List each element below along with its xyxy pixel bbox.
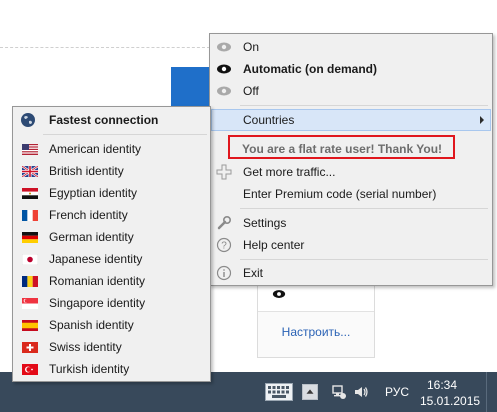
menu-item-get-more-traffic[interactable]: Get more traffic... — [211, 161, 491, 183]
menu-item-label: French identity — [49, 208, 128, 222]
menu-item-label: Fastest connection — [49, 113, 159, 127]
menu-item-label: Enter Premium code (serial number) — [243, 187, 437, 201]
ch-flag-icon — [22, 342, 38, 353]
menu-item-label: German identity — [49, 230, 134, 244]
wrench-icon — [217, 215, 232, 230]
menu-item-help-center[interactable]: ? Help center — [211, 234, 491, 256]
country-item-japanese[interactable]: Japanese identity — [14, 248, 210, 270]
country-item-egyptian[interactable]: Egyptian identity — [14, 182, 210, 204]
eye-black-icon — [217, 64, 231, 74]
tray-context-menu: On Automatic (on demand) Off Countries Y… — [209, 33, 493, 286]
menu-item-countries[interactable]: Countries — [211, 109, 491, 131]
country-item-turkish[interactable]: Turkish identity — [14, 358, 210, 380]
menu-item-label: Turkish identity — [49, 362, 130, 376]
show-desktop-button[interactable] — [486, 372, 497, 412]
svg-text:?: ? — [221, 241, 227, 252]
clock-date: 15.01.2015 — [420, 394, 481, 408]
menu-item-label: Romanian identity — [49, 274, 146, 288]
submenu-arrow-icon — [480, 116, 484, 124]
menu-item-on[interactable]: On — [211, 36, 491, 58]
chevron-up-icon — [306, 389, 314, 394]
menu-item-label: Settings — [243, 216, 287, 230]
country-item-german[interactable]: German identity — [14, 226, 210, 248]
menu-item-exit[interactable]: Exit — [211, 262, 491, 284]
eye-icon — [272, 290, 286, 298]
keyboard-icon[interactable] — [265, 383, 293, 401]
menu-item-label: Egyptian identity — [49, 186, 138, 200]
eg-flag-icon — [22, 188, 38, 199]
clock[interactable]: 16:34 15.01.2015 — [420, 377, 481, 409]
menu-item-label: American identity — [49, 142, 142, 156]
menu-separator — [43, 134, 207, 135]
menu-item-label: Get more traffic... — [243, 165, 336, 179]
plus-icon — [216, 164, 232, 180]
country-item-singapore[interactable]: Singapore identity — [14, 292, 210, 314]
tr-flag-icon — [22, 364, 38, 375]
clock-time: 16:34 — [426, 378, 458, 392]
menu-item-label: Help center — [243, 238, 305, 252]
network-icon[interactable] — [331, 384, 347, 400]
country-item-american[interactable]: American identity — [14, 138, 210, 160]
menu-separator — [240, 208, 488, 209]
menu-item-fastest-connection[interactable]: Fastest connection — [14, 109, 210, 131]
us-flag-icon — [22, 144, 38, 155]
gb-flag-icon — [22, 166, 38, 177]
menu-item-label: Countries — [243, 113, 295, 127]
menu-item-label: Exit — [243, 266, 264, 280]
menu-item-label: Singapore identity — [49, 296, 146, 310]
sg-flag-icon — [22, 298, 38, 309]
show-hidden-icons-button[interactable] — [302, 384, 318, 400]
settings-link[interactable]: Настроить... — [258, 325, 374, 339]
menu-item-off[interactable]: Off — [211, 80, 491, 102]
menu-item-label: Automatic (on demand) — [243, 62, 377, 76]
background-divider — [0, 47, 210, 48]
jp-flag-icon — [22, 254, 38, 265]
country-item-swiss[interactable]: Swiss identity — [14, 336, 210, 358]
es-flag-icon — [22, 320, 38, 331]
menu-separator — [240, 105, 488, 106]
language-indicator[interactable]: РУС — [385, 385, 409, 399]
country-item-french[interactable]: French identity — [14, 204, 210, 226]
de-flag-icon — [22, 232, 38, 243]
countries-submenu: Fastest connection American identity Bri… — [12, 106, 211, 382]
menu-item-premium-code[interactable]: Enter Premium code (serial number) — [211, 183, 491, 205]
eye-gray-icon — [217, 86, 231, 96]
menu-item-settings[interactable]: Settings — [211, 212, 491, 234]
volume-icon[interactable] — [353, 384, 369, 400]
menu-item-automatic[interactable]: Automatic (on demand) — [211, 58, 491, 80]
menu-item-label: Japanese identity — [49, 252, 143, 266]
country-item-romanian[interactable]: Romanian identity — [14, 270, 210, 292]
globe-icon — [21, 113, 35, 127]
background-card: Настроить... — [257, 278, 375, 358]
menu-item-label: Spanish identity — [49, 318, 134, 332]
menu-item-label: British identity — [49, 164, 124, 178]
fr-flag-icon — [22, 210, 38, 221]
info-icon — [216, 265, 232, 281]
eye-gray-icon — [217, 42, 231, 52]
menu-item-label: On — [243, 40, 260, 54]
menu-item-label: Swiss identity — [49, 340, 122, 354]
ro-flag-icon — [22, 276, 38, 287]
flat-rate-status: You are a flat rate user! Thank You! — [242, 142, 443, 156]
country-item-british[interactable]: British identity — [14, 160, 210, 182]
menu-separator — [240, 259, 488, 260]
question-icon: ? — [216, 237, 232, 253]
menu-item-label: Off — [243, 84, 259, 98]
country-item-spanish[interactable]: Spanish identity — [14, 314, 210, 336]
